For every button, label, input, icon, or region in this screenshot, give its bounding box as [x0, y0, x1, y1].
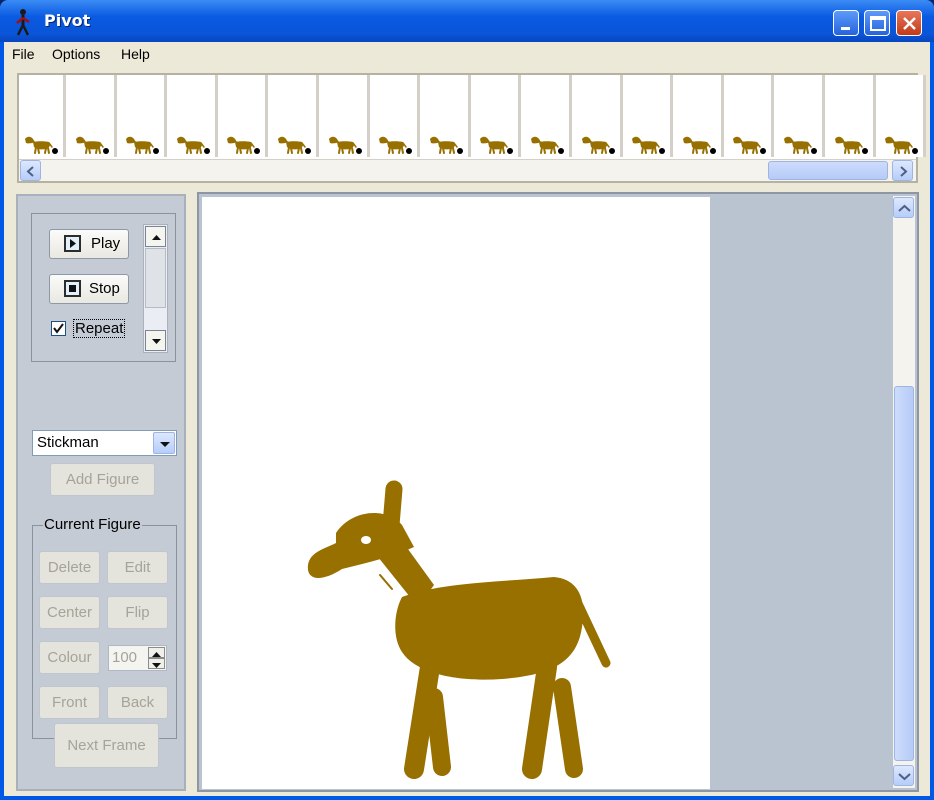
scroll-left-button[interactable] — [20, 160, 41, 181]
frame-thumbnail[interactable] — [727, 75, 774, 157]
window-title: Pivot — [44, 11, 91, 30]
menu-help[interactable]: Help — [121, 46, 150, 62]
speed-up-button[interactable] — [145, 226, 166, 247]
repeat-label[interactable]: Repeat — [73, 319, 126, 338]
minimize-icon — [841, 27, 850, 30]
frame-thumbnail[interactable] — [424, 75, 471, 157]
frame-thumbnail[interactable] — [171, 75, 218, 157]
frame-thumbnail[interactable] — [626, 75, 673, 157]
frame-timeline — [17, 73, 926, 183]
maximize-button[interactable] — [864, 10, 890, 36]
arrow-down-icon — [898, 773, 911, 781]
play-label: Play — [91, 235, 121, 252]
frame-thumbnail[interactable] — [272, 75, 319, 157]
playback-group: Play Stop Repeat — [31, 213, 176, 362]
current-figure-title: Current Figure — [43, 516, 142, 533]
repeat-checkbox[interactable] — [51, 321, 66, 336]
app-window: Pivot File Options Help Play Stop Repeat… — [0, 0, 934, 800]
arrow-up-icon — [898, 204, 911, 212]
size-spinner[interactable]: 100 — [108, 645, 167, 671]
next-frame-button[interactable]: Next Frame — [54, 723, 159, 768]
drawing-canvas[interactable] — [202, 197, 710, 789]
stop-label: Stop — [89, 280, 120, 297]
timeline-scrollbar[interactable] — [19, 159, 916, 181]
frame-thumbnail[interactable] — [677, 75, 724, 157]
play-icon — [64, 235, 81, 252]
scroll-down-button[interactable] — [893, 765, 914, 786]
colour-button[interactable]: Colour — [39, 641, 100, 674]
arrow-left-icon — [26, 166, 34, 177]
play-button[interactable]: Play — [49, 229, 129, 259]
timeline-scroll-thumb[interactable] — [768, 161, 888, 180]
back-button[interactable]: Back — [107, 686, 168, 719]
frame-thumbnail[interactable] — [373, 75, 420, 157]
dropdown-button[interactable] — [153, 432, 175, 454]
speed-scroll-thumb[interactable] — [145, 248, 166, 308]
frame-thumbnail[interactable] — [221, 75, 268, 157]
maximize-icon — [870, 16, 886, 31]
figure-type-select[interactable]: Stickman — [32, 430, 177, 456]
figure-type-value: Stickman — [37, 434, 99, 451]
close-button[interactable] — [896, 10, 922, 36]
stickman-app-icon — [16, 9, 30, 36]
size-value: 100 — [112, 649, 138, 666]
arrow-down-icon — [152, 339, 161, 344]
frame-thumbnail[interactable] — [778, 75, 825, 157]
client-area: File Options Help Play Stop Repeat Stick… — [4, 42, 930, 796]
scroll-up-button[interactable] — [893, 197, 914, 218]
frame-thumbnail[interactable] — [474, 75, 521, 157]
frame-thumbnail[interactable] — [120, 75, 167, 157]
menu-file[interactable]: File — [12, 46, 35, 62]
arrow-right-icon — [900, 166, 908, 177]
size-down-button[interactable] — [148, 658, 165, 669]
front-button[interactable]: Front — [39, 686, 100, 719]
scroll-right-button[interactable] — [892, 160, 913, 181]
add-figure-button[interactable]: Add Figure — [50, 463, 155, 496]
tools-panel: Play Stop Repeat Stickman Add Figure Cur… — [16, 194, 186, 791]
canvas-scroll-thumb[interactable] — [894, 386, 914, 761]
frame-thumbnail[interactable] — [829, 75, 876, 157]
size-up-button[interactable] — [148, 647, 165, 658]
flip-button[interactable]: Flip — [107, 596, 168, 629]
speed-scrollbar[interactable] — [143, 224, 168, 353]
minimize-button[interactable] — [833, 10, 859, 36]
frame-thumbnail[interactable] — [70, 75, 117, 157]
title-bar[interactable]: Pivot — [0, 0, 934, 42]
menu-bar: File Options Help — [4, 42, 930, 68]
frame-thumbnail[interactable] — [525, 75, 572, 157]
stage-area — [197, 192, 919, 792]
arrow-up-icon — [152, 235, 161, 240]
chevron-down-icon — [160, 442, 170, 447]
current-figure-group: Current Figure Delete Edit Center Flip C… — [32, 516, 177, 739]
frame-thumbnail[interactable] — [879, 75, 926, 157]
canvas-scrollbar[interactable] — [893, 196, 915, 788]
frame-thumbnail[interactable] — [19, 75, 66, 157]
close-icon — [903, 17, 916, 30]
horse-figure[interactable] — [202, 197, 710, 789]
frame-thumbnail[interactable] — [576, 75, 623, 157]
frame-thumbnail[interactable] — [323, 75, 370, 157]
checkmark-icon — [53, 323, 64, 334]
stop-button[interactable]: Stop — [49, 274, 129, 304]
speed-down-button[interactable] — [145, 330, 166, 351]
arrow-down-icon — [152, 663, 161, 668]
edit-button[interactable]: Edit — [107, 551, 168, 584]
center-button[interactable]: Center — [39, 596, 100, 629]
delete-button[interactable]: Delete — [39, 551, 100, 584]
menu-options[interactable]: Options — [52, 46, 100, 62]
stop-icon — [64, 280, 81, 297]
